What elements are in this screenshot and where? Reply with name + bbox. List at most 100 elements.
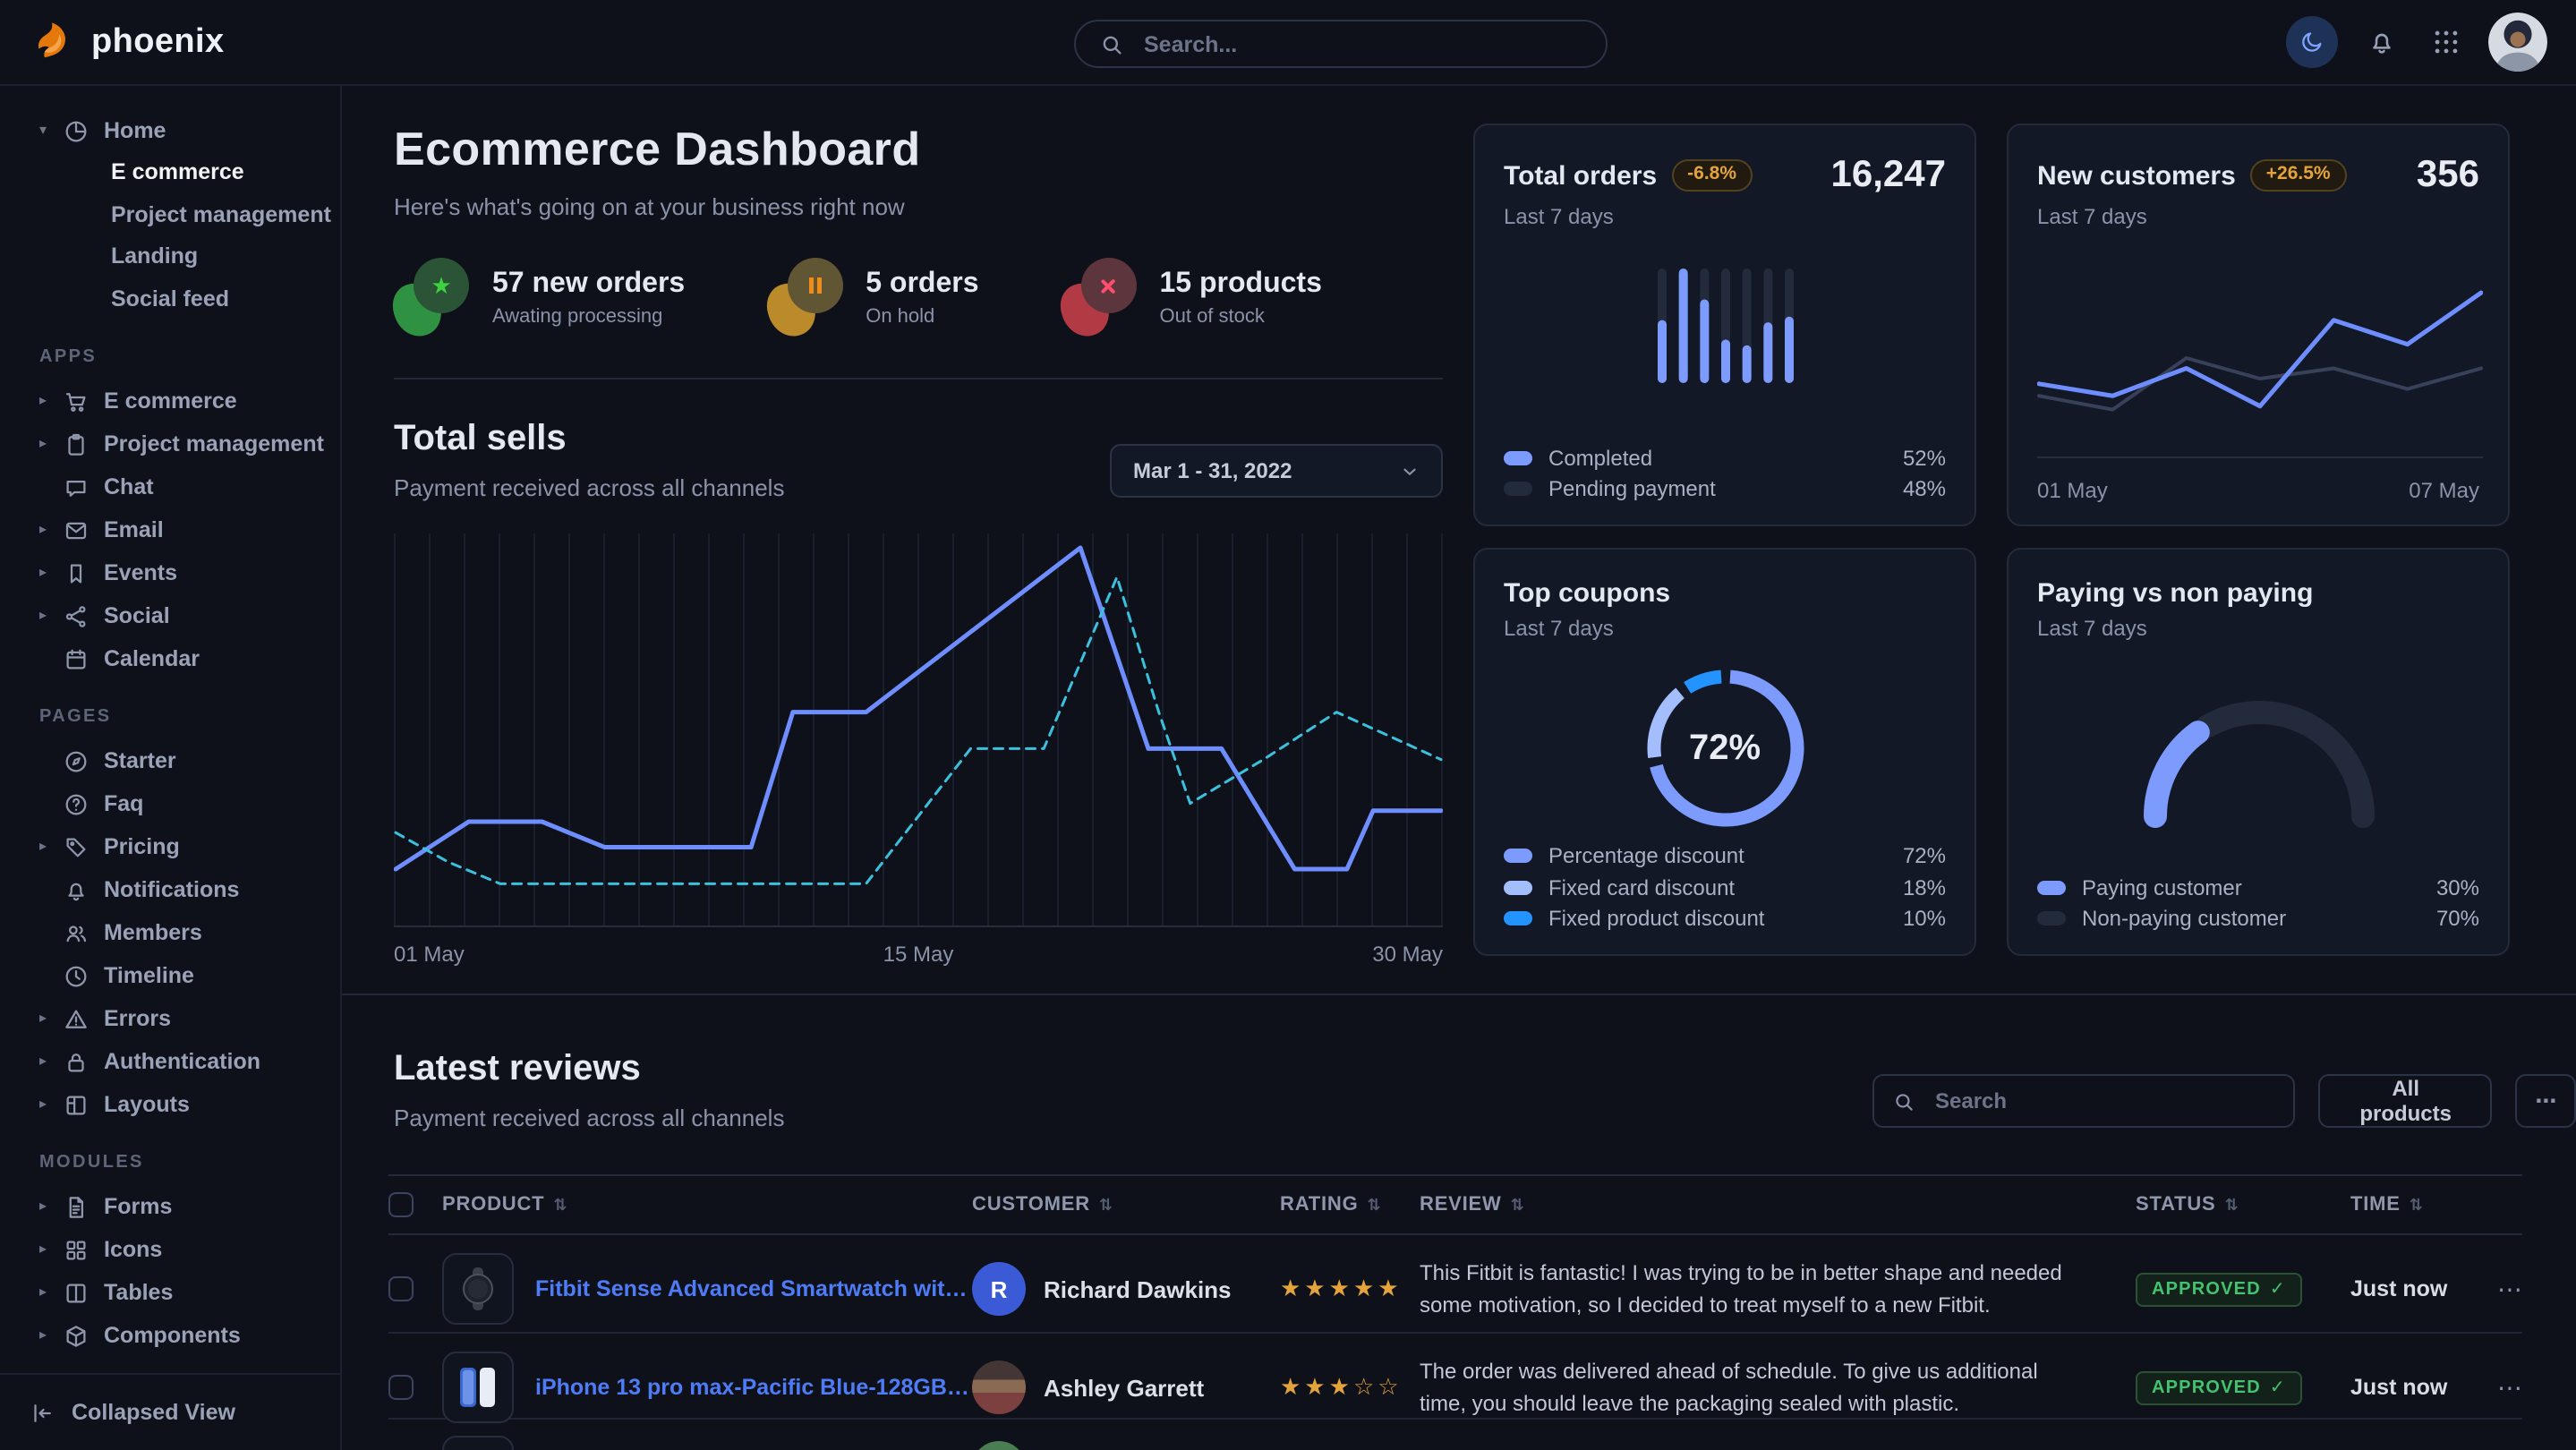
sidebar-item-forms[interactable]: ▸Forms xyxy=(39,1185,329,1228)
card-period: Last 7 days xyxy=(1504,616,1946,641)
legend-item: Pending payment 48% xyxy=(1504,473,1946,505)
column-header-rating[interactable]: RATING⇅ xyxy=(1280,1194,1420,1215)
sidebar-item-notifications[interactable]: Notifications xyxy=(39,868,329,911)
avatar-image xyxy=(2488,13,2547,72)
latest-reviews-subtitle: Payment received across all channels xyxy=(394,1105,784,1131)
column-header-product[interactable]: PRODUCT⇅ xyxy=(442,1194,972,1215)
caret-right-icon: ▸ xyxy=(39,1011,54,1026)
star-icon: ★ xyxy=(431,274,451,297)
sort-icon: ⇅ xyxy=(2225,1197,2239,1213)
sidebar-item-members[interactable]: Members xyxy=(39,911,329,954)
sidebar-item-layouts[interactable]: ▸Layouts xyxy=(39,1083,329,1126)
sidebar-item-components[interactable]: ▸Components xyxy=(39,1314,329,1357)
sidebar-subitem-e-commerce[interactable]: E commerce xyxy=(111,152,329,194)
user-avatar[interactable] xyxy=(2488,13,2547,72)
clock-icon xyxy=(63,962,90,989)
all-products-filter-button[interactable]: All products xyxy=(2319,1074,2493,1128)
new-customers-line-chart xyxy=(2037,258,2483,458)
grid-squares-icon xyxy=(63,1236,90,1263)
nine-dots-icon xyxy=(2430,27,2461,57)
sidebar-item-e-commerce-app[interactable]: ▸E commerce xyxy=(39,380,329,422)
sidebar-item-home[interactable]: ▾ Home xyxy=(39,109,329,152)
row-more-button[interactable]: ⋯ xyxy=(2461,1372,2522,1403)
change-badge: -6.8% xyxy=(1671,158,1753,192)
sidebar-menu: ▾ Home E commerce Project management Lan… xyxy=(0,86,340,1373)
pause-icon xyxy=(808,277,821,294)
caret-right-icon: ▸ xyxy=(39,437,54,451)
out-of-stock-icon xyxy=(1062,258,1137,337)
brand-logo[interactable]: phoenix xyxy=(29,19,225,65)
on-hold-icon xyxy=(767,258,842,337)
theme-toggle-button[interactable] xyxy=(2286,16,2338,68)
top-coupons-donut: 72% xyxy=(1639,662,1811,834)
product-thumbnail-iphone xyxy=(442,1352,514,1423)
card-title: Total orders xyxy=(1504,160,1657,191)
sidebar-item-icons[interactable]: ▸Icons xyxy=(39,1228,329,1271)
sidebar-item-errors[interactable]: ▸Errors xyxy=(39,997,329,1040)
select-all-checkbox[interactable] xyxy=(388,1192,414,1217)
legend-item: Paying customer 30% xyxy=(2037,872,2479,903)
notifications-button[interactable] xyxy=(2359,21,2402,64)
product-link[interactable]: Fitbit Sense Advanced Smartwatch with To… xyxy=(535,1276,972,1301)
divider xyxy=(394,378,1443,380)
reviews-search-input[interactable] xyxy=(1932,1087,2276,1115)
total-orders-legend: Completed 52% Pending payment 48% xyxy=(1504,442,1946,505)
sidebar-subitem-landing[interactable]: Landing xyxy=(111,236,329,278)
sidebar-item-faq[interactable]: Faq xyxy=(39,782,329,825)
total-orders-value: 16,247 xyxy=(1831,154,1946,197)
global-search-input[interactable] xyxy=(1140,30,1582,58)
apps-grid-button[interactable] xyxy=(2424,21,2467,64)
quick-stats: ★ 57 new ordersAwating processing 5 orde… xyxy=(394,258,1322,337)
column-header-review[interactable]: REVIEW⇅ xyxy=(1420,1194,2136,1215)
global-search[interactable] xyxy=(1074,20,1608,68)
pie-chart-icon xyxy=(63,117,90,144)
total-sells-subtitle: Payment received across all channels xyxy=(394,474,784,501)
sidebar-item-timeline[interactable]: Timeline xyxy=(39,954,329,997)
column-header-status[interactable]: STATUS⇅ xyxy=(2136,1194,2350,1215)
review-time: Just now xyxy=(2350,1276,2461,1301)
collapse-sidebar-button[interactable]: Collapsed View xyxy=(29,1399,235,1426)
question-circle-icon xyxy=(63,790,90,817)
card-title: Paying vs non paying xyxy=(2037,578,2313,609)
status-badge: APPROVED✓ xyxy=(2136,1371,2302,1405)
row-checkbox[interactable] xyxy=(388,1375,414,1400)
sidebar-item-project-management-app[interactable]: ▸Project management xyxy=(39,422,329,465)
product-link[interactable]: iPhone 13 pro max-Pacific Blue-128GB sto… xyxy=(535,1375,972,1400)
page-title: Ecommerce Dashboard xyxy=(394,122,921,177)
sidebar-item-social[interactable]: ▸Social xyxy=(39,594,329,637)
bookmark-icon xyxy=(63,559,90,586)
sidebar-subitem-social-feed[interactable]: Social feed xyxy=(111,278,329,320)
product-thumbnail xyxy=(442,1436,514,1450)
main-content: Ecommerce Dashboard Here's what's going … xyxy=(342,86,2576,1450)
sidebar-item-email[interactable]: ▸Email xyxy=(39,508,329,551)
caret-right-icon: ▸ xyxy=(39,1097,54,1112)
column-header-customer[interactable]: CUSTOMER⇅ xyxy=(972,1194,1280,1215)
column-header-time[interactable]: TIME⇅ xyxy=(2350,1194,2461,1215)
card-title: New customers xyxy=(2037,160,2236,191)
reviews-more-button[interactable]: ⋯ xyxy=(2516,1074,2576,1128)
customer-name: Ashley Garrett xyxy=(1044,1374,1204,1401)
sidebar-item-starter[interactable]: Starter xyxy=(39,739,329,782)
caret-right-icon: ▸ xyxy=(39,1199,54,1214)
sidebar-subitem-project-management[interactable]: Project management xyxy=(111,194,329,236)
legend-swatch xyxy=(1504,482,1532,497)
card-period: Last 7 days xyxy=(2037,616,2479,641)
date-range-select[interactable]: Mar 1 - 31, 2022 xyxy=(1110,444,1443,498)
row-checkbox[interactable] xyxy=(388,1276,414,1301)
reviews-search[interactable] xyxy=(1872,1074,2296,1128)
ecommerce-dashboard-page: phoenix ▾ Home xyxy=(0,0,2576,1450)
sidebar-item-pricing[interactable]: ▸Pricing xyxy=(39,825,329,868)
sidebar-item-chat[interactable]: Chat xyxy=(39,465,329,508)
latest-reviews-title: Latest reviews xyxy=(394,1049,784,1090)
sidebar-item-authentication[interactable]: ▸Authentication xyxy=(39,1040,329,1083)
sidebar-item-tables[interactable]: ▸Tables xyxy=(39,1271,329,1314)
sidebar-item-calendar[interactable]: Calendar xyxy=(39,637,329,680)
check-icon: ✓ xyxy=(2270,1378,2286,1398)
file-text-icon xyxy=(63,1193,90,1220)
customer-avatar xyxy=(972,1360,1026,1414)
legend-swatch xyxy=(2037,912,2066,926)
caret-right-icon: ▸ xyxy=(39,1054,54,1069)
row-more-button[interactable]: ⋯ xyxy=(2461,1274,2522,1304)
cart-icon xyxy=(63,388,90,414)
sidebar-item-events[interactable]: ▸Events xyxy=(39,551,329,594)
